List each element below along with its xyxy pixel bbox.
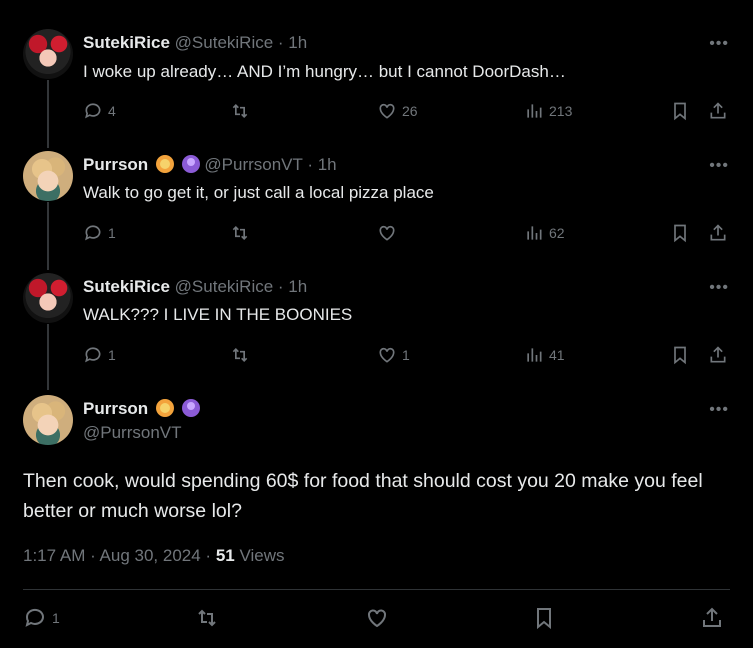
user-handle[interactable]: @SutekiRice	[175, 33, 274, 52]
retweet-icon	[232, 103, 248, 119]
user-handle[interactable]: @SutekiRice	[175, 277, 274, 296]
reply-button[interactable]: 1	[83, 343, 116, 367]
main-tweet-actions: 1	[23, 606, 730, 634]
display-name[interactable]: SutekiRice	[83, 277, 170, 296]
lion-emoji-icon	[155, 399, 174, 417]
share-button[interactable]	[700, 606, 724, 630]
reply-button[interactable]: 1	[83, 221, 116, 245]
more-options-button[interactable]: •••	[709, 36, 729, 52]
heart-icon	[379, 347, 395, 363]
reply-icon	[85, 347, 101, 363]
heart-icon	[379, 225, 395, 241]
timestamp[interactable]: · 1h	[307, 155, 336, 174]
views-count: 62	[549, 225, 565, 241]
main-tweet-text: Then cook, would spending 60$ for food t…	[23, 470, 703, 522]
reply-button[interactable]: 1	[23, 606, 60, 630]
reply-count: 1	[108, 225, 116, 241]
share-button[interactable]	[708, 221, 728, 245]
heart-icon	[368, 609, 386, 628]
crystal-ball-emoji-icon	[181, 399, 200, 417]
views-count: 51	[215, 546, 235, 565]
heart-icon	[379, 103, 395, 119]
user-handle[interactable]: @PurrsonVT	[83, 423, 182, 442]
crystal-ball-emoji-icon	[181, 155, 200, 173]
reply-count: 4	[108, 103, 116, 119]
tweet-timestamp[interactable]: 1:17 AM · Aug 30, 2024 ·	[23, 546, 211, 565]
more-options-button[interactable]: •••	[709, 402, 729, 418]
views-button[interactable]: 41	[524, 343, 565, 367]
bookmark-button[interactable]	[670, 221, 690, 245]
like-count: 26	[402, 103, 418, 119]
display-name[interactable]: SutekiRice	[83, 33, 170, 52]
share-icon	[710, 346, 726, 363]
avatar[interactable]	[23, 273, 73, 323]
views-button[interactable]: 213	[524, 99, 572, 123]
avatar[interactable]	[23, 395, 73, 445]
like-button[interactable]	[377, 221, 397, 245]
bookmark-button[interactable]	[670, 99, 690, 123]
bookmark-icon	[674, 102, 686, 121]
timestamp[interactable]: · 1h	[278, 33, 307, 52]
reply-tweet[interactable]: SutekiRice @SutekiRice · 1h ••• WALK??? …	[0, 266, 753, 388]
bookmark-icon	[674, 346, 686, 365]
views-icon	[527, 348, 542, 362]
tweet-metadata: 1:17 AM · Aug 30, 2024 · 51 Views	[23, 546, 285, 566]
retweet-icon	[232, 225, 248, 241]
tweet-text: Walk to go get it, or just call a local …	[83, 183, 434, 202]
share-button[interactable]	[708, 343, 728, 367]
bookmark-button[interactable]	[532, 606, 556, 630]
more-options-button[interactable]: •••	[709, 158, 729, 174]
retweet-icon	[198, 609, 216, 627]
reply-button[interactable]: 4	[83, 99, 116, 123]
avatar[interactable]	[23, 151, 73, 201]
views-count: 41	[549, 347, 565, 363]
retweet-button[interactable]	[195, 606, 219, 630]
reply-icon	[25, 608, 44, 627]
views-count: 213	[549, 103, 573, 119]
display-name[interactable]: Purrson	[83, 399, 148, 418]
views-button[interactable]: 62	[524, 221, 565, 245]
bookmark-icon	[537, 608, 551, 630]
retweet-button[interactable]	[230, 343, 250, 367]
like-button[interactable]: 26	[377, 99, 418, 123]
retweet-icon	[232, 347, 248, 363]
divider	[23, 589, 730, 590]
reply-tweet[interactable]: Purrson @PurrsonVT · 1h ••• Walk to go g…	[0, 144, 753, 266]
share-icon	[710, 224, 726, 241]
timestamp[interactable]: · 1h	[278, 277, 307, 296]
views-label: Views	[239, 546, 285, 565]
share-button[interactable]	[708, 99, 728, 123]
reply-icon	[85, 103, 101, 119]
bookmark-button[interactable]	[670, 343, 690, 367]
user-handle[interactable]: @PurrsonVT	[204, 155, 302, 174]
reply-count: 1	[52, 610, 60, 626]
more-options-button[interactable]: •••	[709, 280, 729, 296]
like-button[interactable]	[365, 606, 389, 630]
reply-tweet[interactable]: SutekiRice @SutekiRice · 1h ••• I woke u…	[0, 0, 753, 144]
reply-count: 1	[108, 347, 116, 363]
retweet-button[interactable]	[230, 221, 250, 245]
display-name[interactable]: Purrson	[83, 155, 148, 174]
views-icon	[527, 104, 542, 118]
bookmark-icon	[674, 224, 686, 243]
retweet-button[interactable]	[230, 99, 250, 123]
share-icon	[710, 102, 726, 119]
avatar[interactable]	[23, 29, 73, 79]
tweet-text: WALK??? I LIVE IN THE BOONIES	[83, 305, 353, 324]
tweet-text: I woke up already… AND I’m hungry… but I…	[83, 62, 566, 81]
lion-emoji-icon	[155, 155, 174, 173]
reply-icon	[85, 225, 101, 241]
like-count: 1	[402, 347, 410, 363]
views-icon	[527, 226, 542, 240]
share-icon	[703, 607, 721, 627]
like-button[interactable]: 1	[377, 343, 410, 367]
